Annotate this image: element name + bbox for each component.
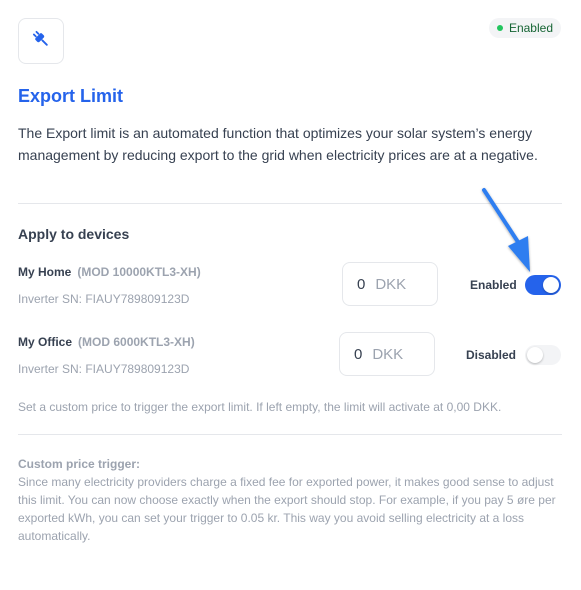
price-input-my-office[interactable]: 0 DKK [339,332,435,376]
divider [18,434,562,435]
custom-trigger-title: Custom price trigger: [18,457,141,471]
page-title: Export Limit [18,86,124,106]
toggle-knob [527,347,543,363]
device-serial: Inverter SN: FIAUY789809123D [18,292,190,306]
currency-label: DKK [372,345,404,363]
device-name-my-office: My Office (MOD 6000KTL3-XH) [18,335,195,349]
price-value: 0 [354,345,363,363]
plug-icon [30,28,52,55]
price-input-my-home[interactable]: 0 DKK [342,262,438,306]
status-badge: Enabled [488,18,561,38]
status-dot [496,25,503,31]
price-value: 0 [357,275,366,293]
page-description: The Export limit is an automated functio… [18,125,538,163]
hint-text: Set a custom price to trigger the export… [18,400,502,414]
section-title: Apply to devices [18,226,130,242]
logo-box [18,18,64,64]
device-serial: Inverter SN: FIAUY789809123D [18,362,190,376]
toggle-knob [543,277,559,293]
status-badge-label: Enabled [508,21,553,35]
custom-trigger-text: Since many electricity providers charge … [18,475,556,543]
device-name-label: My Office [18,335,73,349]
arrow-annotation-icon [482,188,530,272]
device-name-my-home: My Home (MOD 10000KTL3-XH) [18,265,201,279]
currency-label: DKK [375,275,407,293]
status-label-my-office: Disabled [466,348,517,362]
device-model: (MOD 6000KTL3-XH) [78,335,195,349]
status-label-my-home: Enabled [470,278,517,292]
toggle-my-office[interactable] [525,345,561,365]
device-model: (MOD 10000KTL3-XH) [77,265,201,279]
device-name-label: My Home [18,265,72,279]
